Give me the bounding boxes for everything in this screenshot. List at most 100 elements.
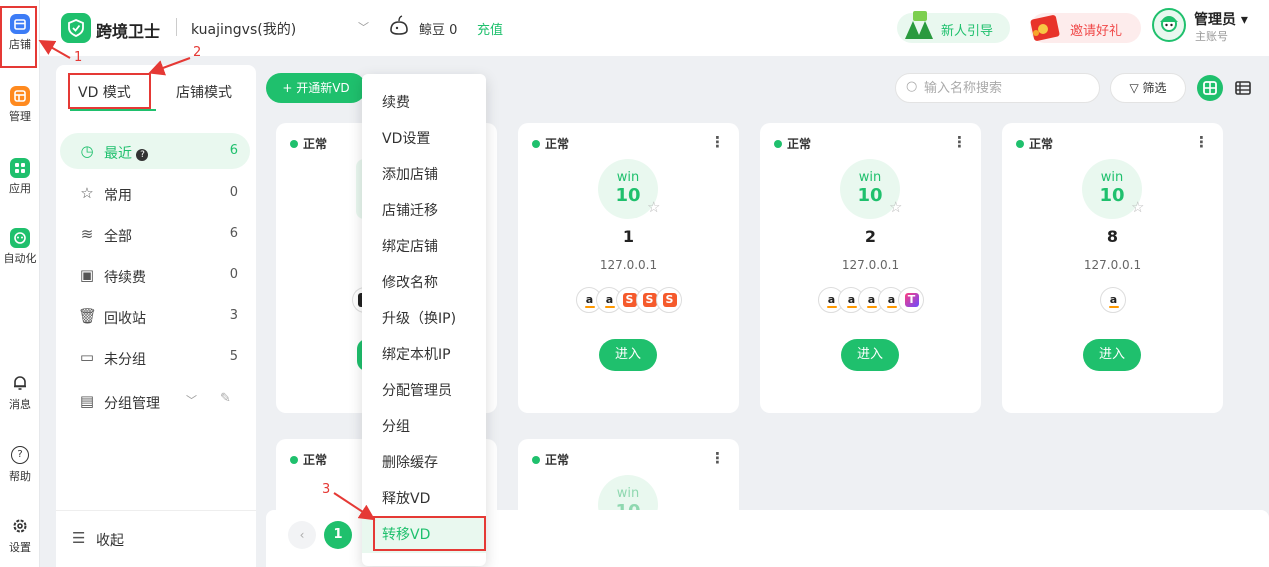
sidebar-item-count: 5 (229, 349, 238, 364)
admin-role: 主账号 (1195, 30, 1228, 43)
vd-name: 1 (622, 227, 635, 246)
search-input[interactable] (924, 79, 1094, 97)
filter-label: 筛选 (1142, 81, 1167, 95)
edit-icon[interactable]: ✎ (220, 391, 231, 406)
inbox-icon: ▭ (79, 348, 95, 366)
enter-button[interactable]: 进入 (599, 339, 657, 371)
sidebar-item-label: 待续费 (104, 270, 146, 286)
open-new-vd-button[interactable]: + 开通新VD (266, 73, 366, 103)
newbie-guide-label: 新人引导 (941, 24, 994, 39)
rail-label: 帮助 (9, 470, 31, 483)
bean-balance: 鲸豆 0 (419, 23, 458, 38)
status-badge: 正常 (290, 135, 327, 152)
platform-list: aaSSS (518, 287, 739, 313)
page-number-current[interactable]: 1 (324, 521, 352, 549)
menu-item-add-store[interactable]: 添加店铺 (362, 157, 486, 193)
menu-item-renew[interactable]: 续费 (362, 85, 486, 121)
favorite-star-icon[interactable]: ☆ (647, 198, 660, 216)
vd-card[interactable]: 正常 ⋮ win 10 ☆ 2 127.0.0.1 aaaaT 进入 (760, 123, 981, 413)
recharge-link[interactable]: 充值 (477, 19, 503, 38)
sidebar-item-count: 6 (229, 226, 238, 241)
annotation-number-1: 1 (74, 50, 83, 65)
rail-item-messages[interactable]: 消息 (0, 374, 40, 412)
rail-item-apps[interactable]: 应用 (0, 158, 40, 196)
menu-item-clear-cache[interactable]: 删除缓存 (362, 445, 486, 481)
newbie-guide-button[interactable]: 新人引导 (897, 11, 1010, 43)
menu-item-migrate-store[interactable]: 店铺迁移 (362, 193, 486, 229)
favorite-star-icon[interactable]: ☆ (1131, 198, 1144, 216)
more-options-icon[interactable]: ⋮ (710, 133, 725, 151)
admin-name-text: 管理员 (1194, 12, 1236, 28)
whale-bean-icon (388, 14, 410, 38)
more-options-icon[interactable]: ⋮ (952, 133, 967, 151)
menu-item-group[interactable]: 分组 (362, 409, 486, 445)
account-selector[interactable]: kuajingvs(我的) (191, 19, 296, 39)
sidebar-item-ungrouped[interactable]: ▭ 未分组 5 (60, 339, 250, 375)
annotation-box-store (0, 6, 37, 68)
sidebar-item-pending-renewal[interactable]: ▣ 待续费 0 (60, 257, 250, 293)
favorite-star-icon[interactable]: ☆ (889, 198, 902, 216)
filter-button[interactable]: ▽ 筛选 (1110, 73, 1186, 103)
status-badge: 正常 (1016, 135, 1053, 152)
menu-item-vd-settings[interactable]: VD设置 (362, 121, 486, 157)
rail-item-help[interactable]: ? 帮助 (0, 446, 40, 484)
os-name: win (1100, 170, 1124, 185)
sidebar-item-recycle-bin[interactable]: 🗑 回收站 3 (60, 298, 250, 334)
avatar[interactable] (1152, 8, 1186, 42)
shield-logo-icon (61, 13, 91, 43)
menu-item-rename[interactable]: 修改名称 (362, 265, 486, 301)
collapse-button[interactable]: ☰ 收起 (56, 510, 256, 567)
enter-button[interactable]: 进入 (1083, 339, 1141, 371)
menu-item-bind-store[interactable]: 绑定店铺 (362, 229, 486, 265)
top-header: 跨境卫士 kuajingvs(我的) ﹀ 鲸豆 0 充值 新人引导 邀请好礼 管… (40, 0, 1269, 56)
platform-list: a (1002, 287, 1223, 313)
rail-item-settings[interactable]: 设置 (0, 517, 40, 555)
admin-name[interactable]: 管理员 ▾ (1194, 9, 1248, 29)
sidebar-item-favorites[interactable]: ☆ 常用 0 (60, 175, 250, 211)
sidebar-item-all[interactable]: ≋ 全部 6 (60, 216, 250, 252)
vd-ip: 127.0.0.1 (841, 258, 900, 272)
filter-icon: ▽ (1129, 81, 1139, 95)
more-options-icon[interactable]: ⋮ (710, 449, 725, 467)
rail-label: 管理 (9, 110, 31, 123)
tab-store-mode[interactable]: 店铺模式 (176, 82, 232, 102)
folder-icon: ▤ (79, 392, 95, 410)
status-badge: 正常 (290, 451, 327, 468)
status-badge: 正常 (774, 135, 811, 152)
collapse-label: 收起 (96, 533, 124, 549)
bell-icon (11, 374, 29, 392)
rail-label: 自动化 (3, 252, 37, 265)
search-box[interactable]: ○ (895, 73, 1100, 103)
invite-gift-button[interactable]: 邀请好礼 (1030, 13, 1141, 43)
rail-label: 应用 (9, 182, 31, 195)
sidebar-item-group-manage[interactable]: ▤ 分组管理 ﹀ ✎ (60, 383, 250, 419)
prev-page-button[interactable]: ‹ (288, 521, 316, 549)
sidebar-item-recent[interactable]: ◷ 最近 ? 6 (60, 133, 250, 169)
grid-view-toggle[interactable] (1197, 75, 1223, 101)
menu-item-upgrade-ip[interactable]: 升级（换IP) (362, 301, 486, 337)
annotation-number-3: 3 (322, 482, 331, 497)
status-badge: 正常 (532, 451, 569, 468)
header-divider (176, 18, 177, 36)
info-icon[interactable]: ? (136, 149, 149, 161)
vd-card[interactable]: 正常 ⋮ win 10 ☆ 8 127.0.0.1 a 进入 (1002, 123, 1223, 413)
vd-name: 2 (864, 227, 877, 246)
vd-ip: 127.0.0.1 (1083, 258, 1142, 272)
rail-item-manage[interactable]: 管理 (0, 86, 40, 124)
more-options-icon[interactable]: ⋮ (1194, 133, 1209, 151)
menu-item-bind-local-ip[interactable]: 绑定本机IP (362, 337, 486, 373)
enter-button[interactable]: 进入 (841, 339, 899, 371)
group-sidebar: VD 模式 店铺模式 ◷ 最近 ? 6 ☆ 常用 0 ≋ 全部 6 ▣ 待续费 … (56, 65, 256, 567)
vd-card[interactable]: 正常 ⋮ win 10 ☆ 1 127.0.0.1 aaSSS 进入 (518, 123, 739, 413)
sidebar-item-label-text: 最近 (104, 146, 132, 162)
temu-icon: T (897, 287, 924, 313)
platform-list: aaaaT (760, 287, 981, 313)
menu-item-assign-admin[interactable]: 分配管理员 (362, 373, 486, 409)
menu-item-release-vd[interactable]: 释放VD (362, 481, 486, 517)
chevron-down-icon[interactable]: ﹀ (358, 19, 369, 35)
rail-item-automation[interactable]: 自动化 (0, 228, 40, 266)
os-name: win (858, 170, 882, 185)
red-envelope-icon (1026, 7, 1068, 45)
list-view-toggle[interactable] (1234, 79, 1252, 97)
chevron-down-icon[interactable]: ﹀ (186, 392, 197, 408)
